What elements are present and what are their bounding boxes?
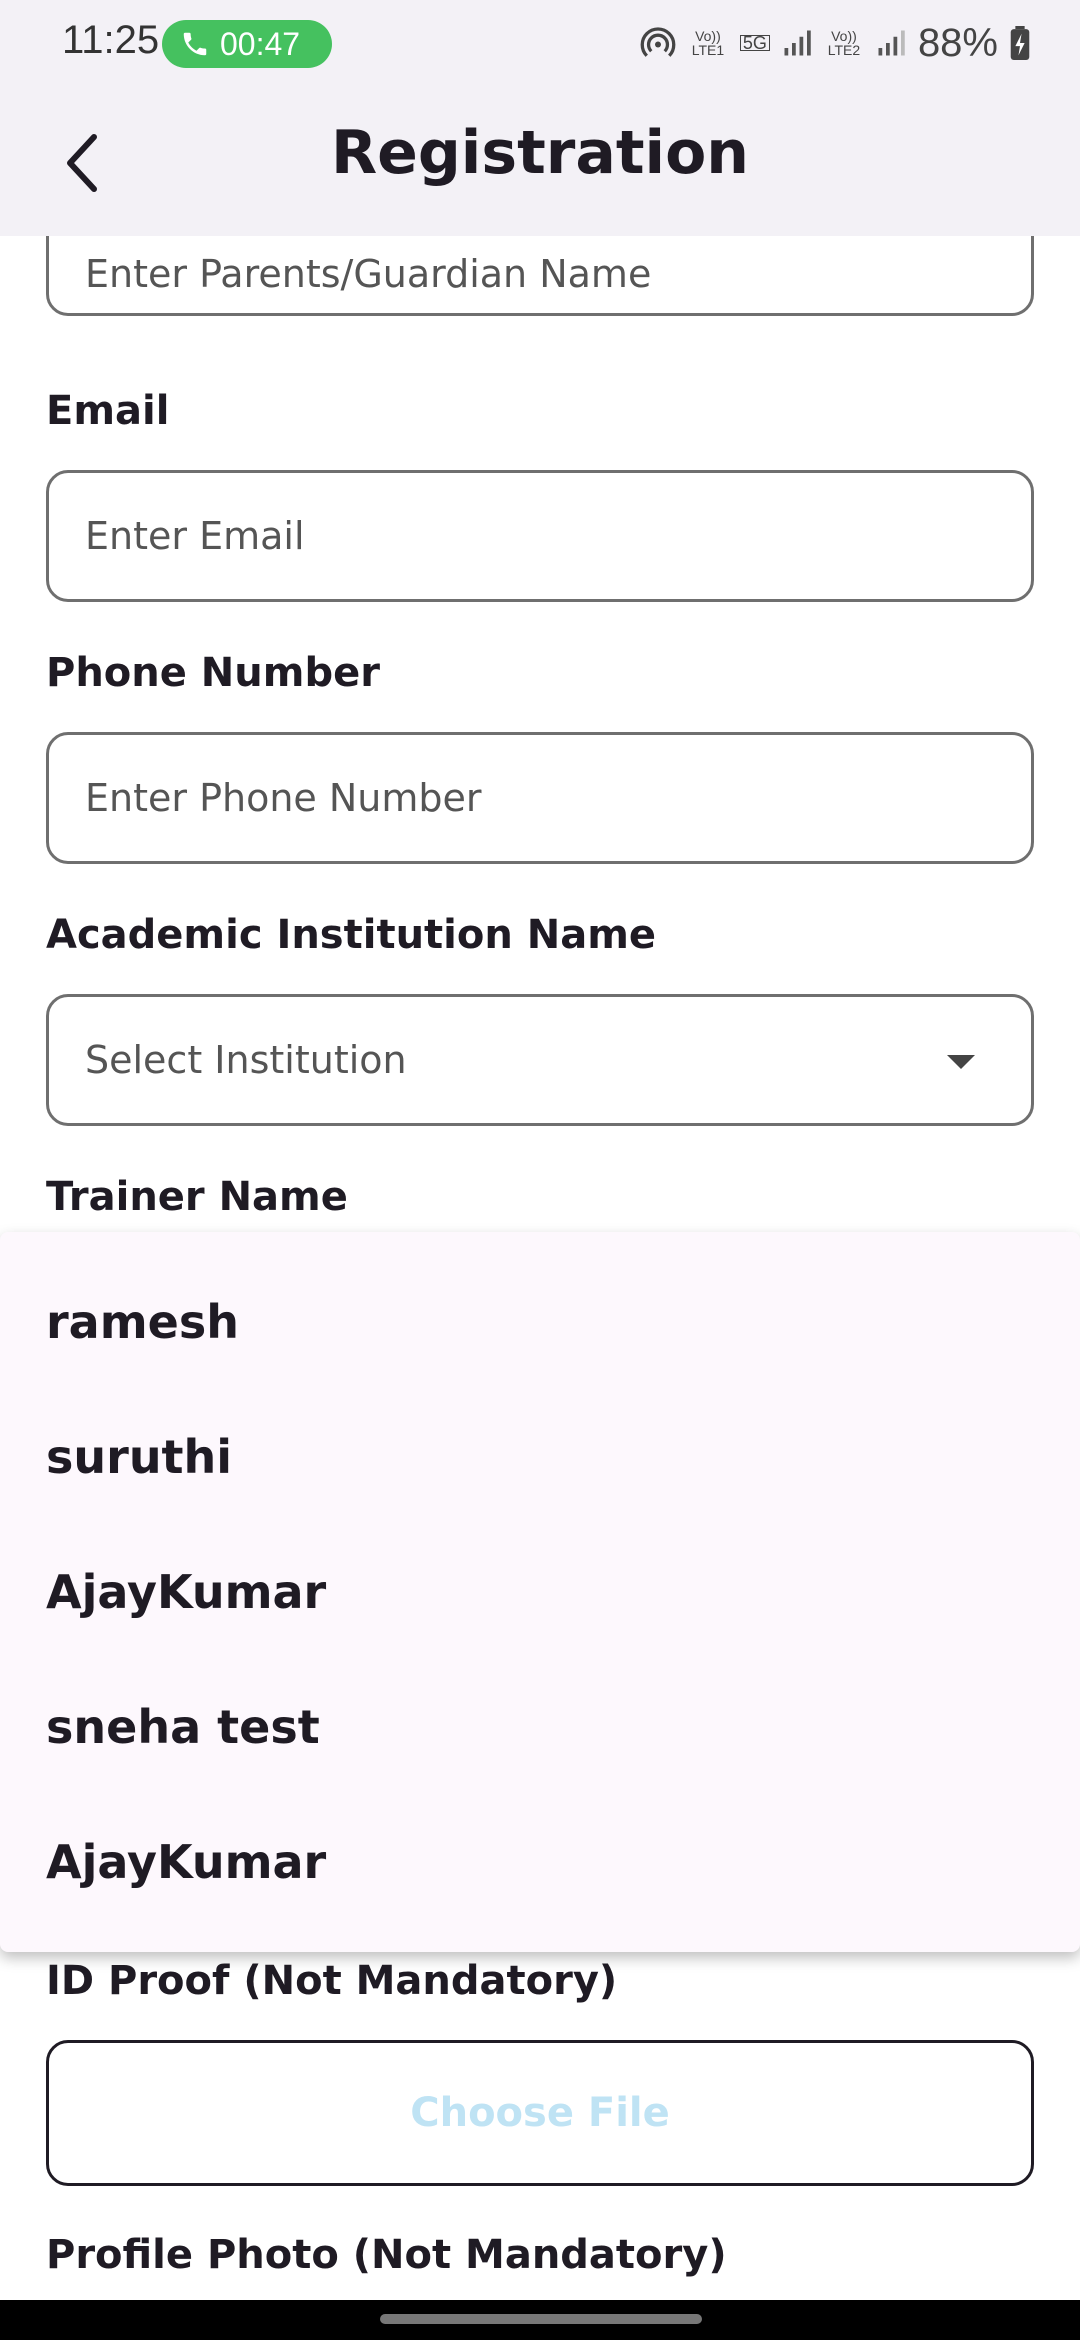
email-label: Email <box>46 388 170 434</box>
system-nav-bar <box>0 2300 1080 2340</box>
id-proof-choose-file-button[interactable]: Choose File <box>46 2040 1034 2186</box>
ongoing-call-pill[interactable]: 00:47 <box>162 20 332 68</box>
id-proof-label: ID Proof (Not Mandatory) <box>46 1958 618 2004</box>
call-timer: 00:47 <box>220 25 301 62</box>
profile-photo-label: Profile Photo (Not Mandatory) <box>46 2232 727 2278</box>
email-placeholder: Enter Email <box>85 514 305 558</box>
trainer-option[interactable]: sneha test <box>46 1677 1026 1777</box>
network-type-label: 5G <box>739 34 770 52</box>
guardian-name-placeholder: Enter Parents/Guardian Name <box>85 252 652 296</box>
dropdown-arrow-icon <box>947 1055 975 1069</box>
trainer-dropdown-menu[interactable]: ramesh suruthi AjayKumar sneha test Ajay… <box>0 1232 1080 1952</box>
app-bar: Registration <box>0 88 1080 236</box>
battery-charging-icon <box>1010 26 1030 60</box>
status-bar: 11:25 00:47 Vo)) LTE1 5G Vo)) LTE2 88% <box>0 0 1080 88</box>
battery-percent: 88% <box>917 20 998 65</box>
trainer-label: Trainer Name <box>46 1174 348 1220</box>
trainer-option[interactable]: suruthi <box>46 1407 1026 1507</box>
status-icons: Vo)) LTE1 5G Vo)) LTE2 88% <box>640 18 1030 68</box>
signal-icon-1 <box>784 30 811 56</box>
choose-file-label: Choose File <box>410 2090 670 2136</box>
trainer-option[interactable]: ramesh <box>46 1272 1026 1372</box>
phone-label: Phone Number <box>46 650 380 696</box>
trainer-option[interactable]: AjayKumar <box>46 1812 1026 1912</box>
email-input[interactable]: Enter Email <box>46 470 1034 602</box>
volte2-label: Vo)) LTE2 <box>827 28 861 58</box>
guardian-name-input[interactable]: Enter Parents/Guardian Name <box>46 236 1034 316</box>
institution-placeholder: Select Institution <box>85 1038 407 1082</box>
page-title: Registration <box>330 118 750 188</box>
phone-icon <box>183 32 207 56</box>
hotspot-icon <box>640 27 676 57</box>
signal-icon-2 <box>878 30 905 56</box>
institution-select[interactable]: Select Institution <box>46 994 1034 1126</box>
phone-input[interactable]: Enter Phone Number <box>46 732 1034 864</box>
volte1-label: Vo)) LTE1 <box>691 28 725 58</box>
institution-label: Academic Institution Name <box>46 912 657 958</box>
phone-placeholder: Enter Phone Number <box>85 776 482 820</box>
home-indicator[interactable] <box>380 2314 702 2324</box>
status-time: 11:25 <box>62 18 160 62</box>
trainer-option[interactable]: AjayKumar <box>46 1542 1026 1642</box>
